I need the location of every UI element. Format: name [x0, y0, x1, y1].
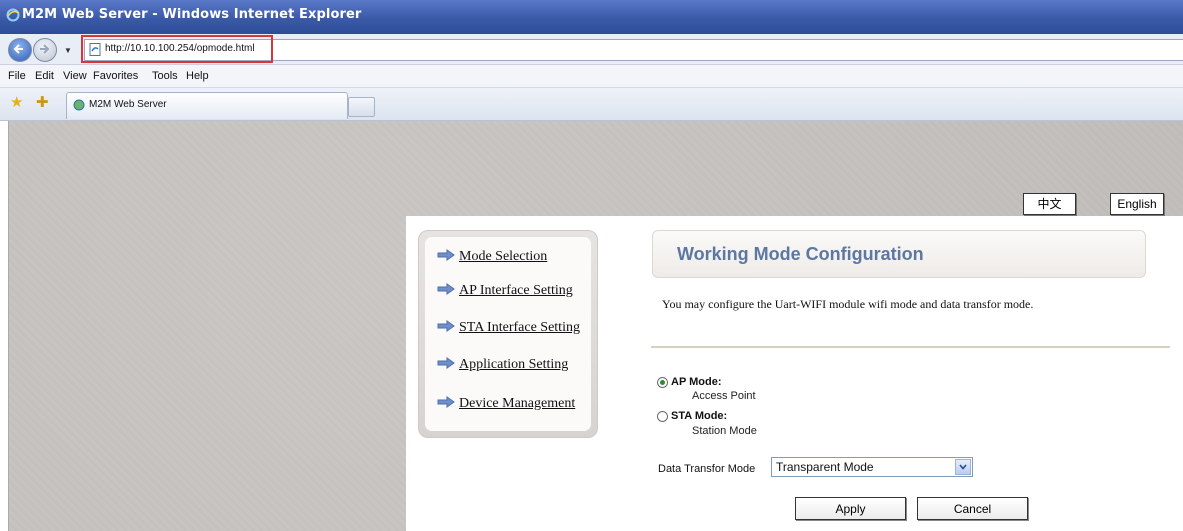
new-tab-button[interactable] [348, 97, 375, 117]
arrow-right-icon [437, 357, 455, 369]
history-dropdown-icon[interactable]: ▼ [64, 46, 72, 55]
menu-favorites[interactable]: Favorites [93, 70, 138, 82]
m2m-favicon [73, 99, 85, 111]
data-transfer-mode-select[interactable]: Transparent Mode [771, 457, 973, 477]
forward-button[interactable] [33, 38, 57, 62]
sidebar-item-ap-interface[interactable]: AP Interface Setting [437, 283, 573, 299]
page-left-edge [0, 121, 9, 531]
arrow-right-icon [437, 283, 455, 295]
tab-bar: ★ ✚ M2M Web Server [0, 88, 1183, 121]
sidebar-item-label: Mode Selection [459, 249, 548, 264]
sta-mode-label: STA Mode: [671, 410, 728, 422]
sidebar-item-label: Application Setting [459, 357, 569, 372]
sidebar-item-label: Device Management [459, 396, 576, 411]
page-title: Working Mode Configuration [677, 244, 924, 264]
data-transfer-mode-value: Transparent Mode [776, 460, 874, 474]
url-highlight-box [81, 35, 273, 63]
tab-label: M2M Web Server [89, 99, 167, 110]
cancel-button[interactable]: Cancel [917, 497, 1028, 520]
ie-icon [6, 8, 20, 22]
apply-button[interactable]: Apply [795, 497, 906, 520]
back-button[interactable] [8, 38, 32, 62]
sidebar-item-sta-interface[interactable]: STA Interface Setting [437, 320, 580, 336]
chevron-down-icon[interactable] [955, 459, 971, 475]
sidebar-item-mode-selection[interactable]: Mode Selection [437, 249, 547, 265]
favorites-star-icon[interactable]: ★ [10, 95, 23, 110]
page-description: You may configure the Uart-WIFI module w… [662, 297, 1034, 311]
ap-mode-sublabel: Access Point [692, 390, 756, 402]
menu-bar: File Edit View Favorites Tools Help [0, 65, 1183, 88]
sidebar-item-label: STA Interface Setting [459, 320, 580, 335]
sta-mode-radio[interactable] [657, 411, 668, 422]
arrow-right-icon [437, 249, 455, 261]
sidebar-item-application-setting[interactable]: Application Setting [437, 357, 568, 373]
menu-edit[interactable]: Edit [35, 70, 54, 82]
tab-m2m-web-server[interactable]: M2M Web Server [66, 92, 348, 119]
menu-help[interactable]: Help [186, 70, 209, 82]
back-arrow-icon [13, 44, 23, 54]
ap-mode-label: AP Mode: [671, 376, 722, 388]
forward-arrow-icon [40, 44, 50, 54]
arrow-right-icon [437, 396, 455, 408]
divider [651, 346, 1170, 348]
add-favorites-icon[interactable]: ✚ [36, 95, 49, 110]
sidebar-item-label: AP Interface Setting [459, 283, 573, 298]
window-titlebar: M2M Web Server - Windows Internet Explor… [0, 0, 1183, 34]
ap-mode-radio[interactable] [657, 377, 668, 388]
menu-tools[interactable]: Tools [152, 70, 178, 82]
data-transfer-mode-label: Data Transfor Mode [658, 463, 756, 475]
arrow-right-icon [437, 320, 455, 332]
menu-view[interactable]: View [63, 70, 87, 82]
window-title: M2M Web Server - Windows Internet Explor… [22, 7, 362, 22]
english-language-button[interactable]: English [1110, 193, 1164, 215]
menu-file[interactable]: File [8, 70, 26, 82]
sidebar-item-device-management[interactable]: Device Management [437, 396, 575, 412]
chinese-language-button[interactable]: 中文 [1023, 193, 1076, 215]
sta-mode-sublabel: Station Mode [692, 425, 757, 437]
